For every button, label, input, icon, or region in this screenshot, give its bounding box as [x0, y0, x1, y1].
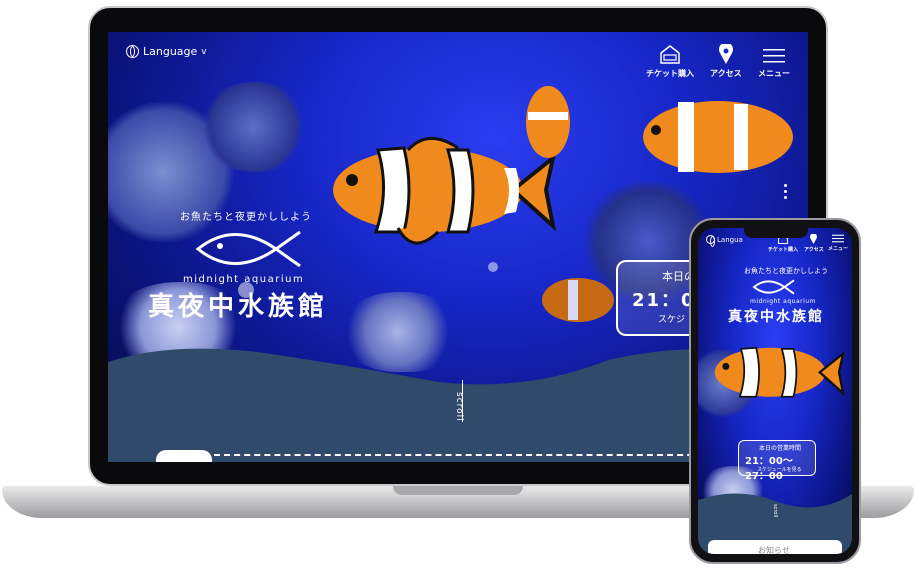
- tagline: お魚たちと夜更かししよう: [180, 212, 312, 223]
- mobile-logo-english: midnight aquarium: [750, 298, 816, 305]
- content-tab[interactable]: [156, 450, 212, 462]
- mobile-schedule-link[interactable]: スケジュールを見る: [757, 466, 802, 473]
- mobile-news-card[interactable]: お知らせ: [708, 540, 842, 554]
- nav-menu[interactable]: メニュー: [758, 44, 790, 79]
- mobile-opening-hours-box[interactable]: 本日の営業時間 21：00〜27：00 スケジュールを見る: [738, 440, 816, 482]
- fish-logo-icon: [195, 230, 301, 268]
- nav-access-label: アクセス: [710, 69, 742, 78]
- mobile-language-selector[interactable]: Langua: [706, 235, 743, 247]
- mobile-news-label: お知らせ: [758, 546, 790, 554]
- clownfish-small: [526, 86, 570, 158]
- bubble: [488, 262, 498, 272]
- mobile-tagline: お魚たちと夜更かししよう: [744, 267, 828, 275]
- nav-ticket[interactable]: チケット購入: [646, 44, 694, 79]
- mobile-nav-menu[interactable]: メニュー: [828, 234, 848, 252]
- language-label: Language: [143, 45, 198, 58]
- logo-japanese: 真夜中水族館: [148, 292, 329, 322]
- mobile-logo-japanese: 真夜中水族館: [728, 309, 824, 325]
- nav-ticket-label: チケット購入: [646, 69, 694, 78]
- mobile-language-label: Langua: [717, 235, 743, 244]
- chevron-down-icon: v: [201, 46, 207, 57]
- mobile-hours-label: 本日の営業時間: [759, 445, 802, 452]
- clownfish-right: [643, 101, 793, 173]
- mobile-nav-access[interactable]: アクセス: [804, 233, 824, 253]
- mobile-scroll-indicator[interactable]: scroll: [772, 504, 778, 517]
- map-pin-icon: [810, 233, 818, 244]
- logo-english: midnight aquarium: [183, 274, 305, 285]
- mobile-nav-ticket-label: チケット購入: [768, 247, 799, 253]
- nav-access[interactable]: アクセス: [710, 44, 742, 79]
- pagination-dots[interactable]: [784, 184, 787, 202]
- mobile-nav-access-label: アクセス: [804, 247, 824, 253]
- mobile-fish-logo-icon: [752, 279, 795, 295]
- ticket-house-icon: [660, 45, 680, 64]
- language-selector[interactable]: Language v: [126, 45, 207, 58]
- nav-menu-label: メニュー: [758, 69, 790, 78]
- schedule-link[interactable]: スケジ: [658, 312, 685, 325]
- phone-notch: [744, 226, 808, 238]
- laptop-notch: [393, 486, 523, 495]
- scroll-indicator[interactable]: scroll: [454, 392, 464, 422]
- coral-decoration: [198, 82, 308, 172]
- clownfish-back: [542, 278, 614, 322]
- hamburger-menu-icon: [832, 234, 844, 243]
- mobile-nav-menu-label: メニュー: [828, 246, 849, 252]
- hamburger-menu-icon: [763, 49, 785, 63]
- map-pin-icon: [718, 44, 733, 64]
- globe-icon: [706, 235, 715, 247]
- mobile-clownfish-illustration: [714, 346, 845, 398]
- mobile-screen: Langua チケット購入 アクセス メニュー お魚たちと夜更かししよう mid…: [698, 228, 852, 554]
- globe-icon: [126, 45, 139, 58]
